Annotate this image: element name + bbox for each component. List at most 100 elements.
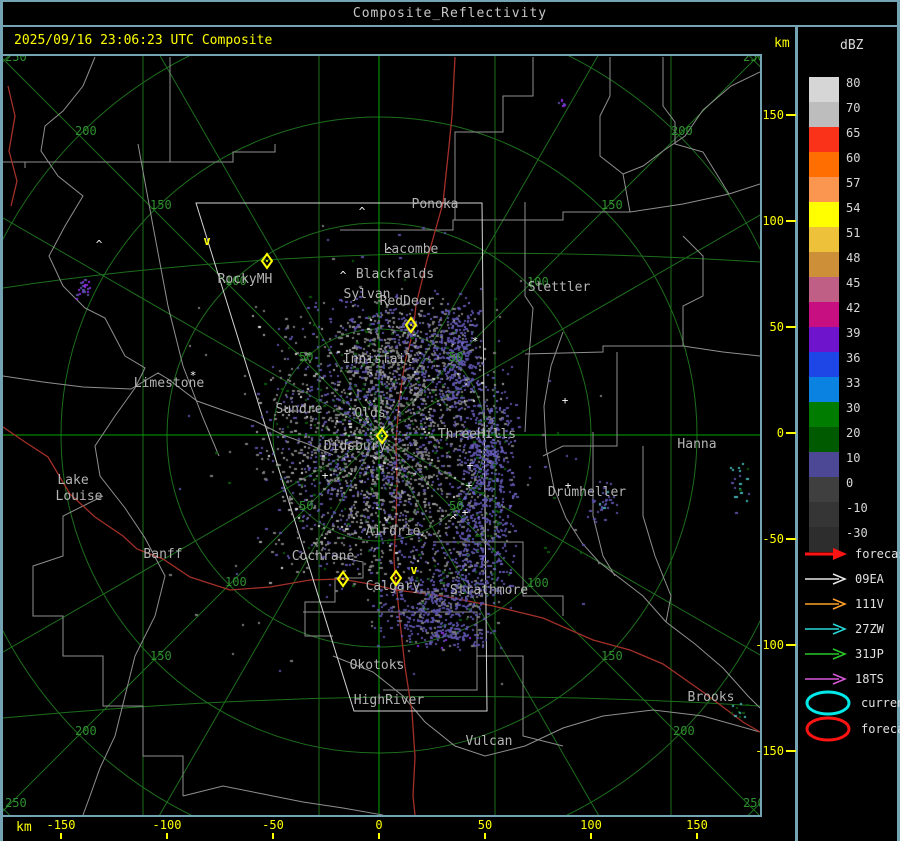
legend-label: 18TS [855,672,884,686]
storm-vector-marker: v [410,563,417,577]
right-axis-tick-label: 100 [762,214,784,228]
bottom-axis-tick [590,833,592,839]
city-label: HighRiver [354,693,425,708]
legend-row-111v: 111V [803,596,884,612]
dbz-color-swatch [809,502,839,527]
legend-label: forecast [861,722,900,736]
dbz-value-label: 0 [846,476,854,490]
window-title: Composite_Reflectivity [352,6,548,21]
right-axis-tick [786,220,796,222]
bottom-axis-tick-label: 0 [375,818,383,832]
storm-cell-marker: ^ [386,245,393,258]
dbz-color-swatch [809,127,839,152]
city-label: ThreeHills [438,427,516,442]
storm-cell-marker: + [467,459,474,472]
right-axis-tick-label: -50 [762,532,784,546]
dbz-value-label: -10 [846,501,868,515]
dbz-value-label: 45 [846,276,861,290]
storm-vector-marker: v [203,234,210,248]
dbz-value-label: 48 [846,251,861,265]
dbz-color-swatch [809,102,839,127]
map-labels-layer: 50 505050100 100100 100150 150150 150200 20020… [5,56,760,810]
range-ring-label: 250 [5,56,27,64]
radar-site-dot [410,324,412,326]
dbz-value-label: 60 [846,151,861,165]
radar-site-dot [342,578,344,580]
radar-map[interactable]: 50 50 50 50 100 100 100 100 150 150 150 150 200 200 20… [3,54,762,817]
window-title-bar: Composite_Reflectivity [0,0,900,27]
city-label: Lake [57,473,88,488]
dbz-value-label: 80 [846,76,861,90]
right-axis-tick [786,644,796,646]
legend-label: current [861,696,900,710]
dbz-value-label: 51 [846,226,861,240]
city-label: Louise [56,489,103,504]
dbz-color-swatch [809,327,839,352]
right-axis-tick [786,432,796,434]
range-ring-label: 200 [671,124,693,138]
city-label: Sundre [276,402,323,417]
bottom-axis-tick [60,833,62,839]
dbz-color-swatch [809,477,839,502]
city-label: Brooks [688,690,735,705]
legend-row-forecast: forecast [803,715,900,743]
storm-cell-marker: + [466,479,473,492]
right-axis-tick-label: -150 [755,744,784,758]
storm-cell-marker: + [322,469,329,482]
storm-cell-marker: * [472,335,479,348]
storm-cell-marker: * [190,369,197,382]
city-label: Ponoka [412,197,459,212]
dbz-color-swatch [809,427,839,452]
dbz-color-swatch [809,452,839,477]
dbz-color-swatch [809,152,839,177]
storm-cell-marker: ^ [450,514,457,527]
range-ring-label: 50 [299,350,313,364]
city-label: Innisfail [343,352,413,367]
range-ring-label: 200 [75,124,97,138]
legend-label: 09EA [855,572,884,586]
dbz-value-label: 65 [846,126,861,140]
legend-label: 31JP [855,647,884,661]
range-ring-label: 100 [527,576,549,590]
bottom-axis-tick-label: 100 [580,818,602,832]
dbz-color-swatch [809,77,839,102]
forecast-ellipse-icon [805,716,851,742]
city-label: Airdrie [366,524,421,539]
city-label: Stettler [528,280,591,295]
bottom-axis-tick-label: 150 [686,818,708,832]
legend-row-09ea: 09EA [803,571,884,587]
dbz-value-label: -30 [846,526,868,540]
range-ring-label: 50 [449,350,463,364]
city-label: RockyMH [218,272,273,287]
range-ring-label: 150 [150,649,172,663]
city-label: Strathmore [450,583,528,598]
right-axis-tick [786,114,796,116]
legend-row-31jp: 31JP [803,646,884,662]
range-ring-label: 150 [601,649,623,663]
dbz-color-swatch [809,302,839,327]
city-label: Drumheller [548,485,626,500]
bottom-axis-tick-label: -150 [46,818,76,832]
legend-label: 111V [855,597,884,611]
dbz-color-swatch [809,352,839,377]
dbz-value-label: 70 [846,101,861,115]
bottom-axis-tick-label: -50 [262,818,284,832]
range-ring-label: 200 [673,724,695,738]
storm-cell-marker: ^ [96,238,103,251]
range-ring-label: 250 [743,796,760,810]
right-axis-tick [786,538,796,540]
dbz-color-swatch [809,377,839,402]
radar-site-dot [395,577,397,579]
colorbar-title: dBZ [840,38,864,53]
dbz-value-label: 57 [846,176,861,190]
bottom-axis-unit-label: km [16,820,32,835]
dbz-value-label: 54 [846,201,861,215]
legend-row-current: current [803,689,900,717]
radar-site-dot [381,435,383,437]
bottom-axis-tick [484,833,486,839]
right-axis-tick-label: 150 [762,108,784,122]
right-axis-unit-label: km [774,36,790,51]
radar-site-dot [266,260,268,262]
legend-label: 27ZW [855,622,884,636]
city-label: RedDeer [380,294,435,309]
